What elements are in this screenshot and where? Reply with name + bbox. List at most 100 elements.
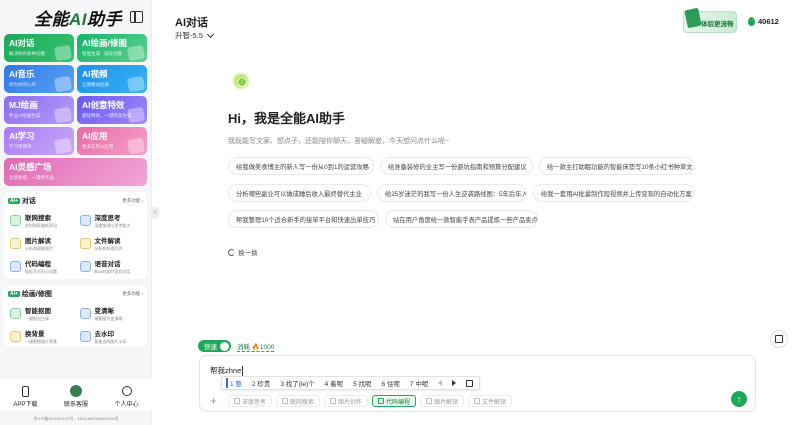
- composer-tools: + 深度思考 联网搜索 图片创作 代码编程 图片解读 文件解读: [210, 394, 513, 408]
- tool-file-read[interactable]: 文件解读: [468, 395, 513, 407]
- suggestion-chip[interactable]: 给我做美食博主的新人写一份从0到1的运营攻略: [228, 157, 374, 175]
- section-header: AI+ 绘画/修图 更多功能 ›: [8, 289, 143, 299]
- suggestion-chip[interactable]: 给准备装修的业主写一份避坑指南和预算分配建议: [380, 157, 533, 175]
- feature-enhance[interactable]: 变清晰 模糊图片变清晰: [78, 303, 144, 324]
- points-balance[interactable]: 40612: [748, 17, 779, 26]
- flame-icon: [748, 17, 755, 26]
- ime-expand-icon[interactable]: [466, 379, 474, 387]
- more-features-link[interactable]: 更多功能 ›: [122, 291, 143, 297]
- feature-image-read[interactable]: 图片解读 分析和理解图片: [8, 233, 74, 254]
- tile-ai-video[interactable]: AI视频 让图像动起来: [77, 65, 147, 93]
- new-chat-icon: [775, 335, 783, 343]
- fast-mode-label: 快速: [204, 344, 217, 351]
- section-title-text: 对话: [21, 198, 36, 205]
- ime-candidate[interactable]: 4 着呢: [325, 378, 343, 388]
- feature-file-read[interactable]: 文件解读 分析和处理文件: [78, 233, 144, 254]
- sidebar-toggle-icon[interactable]: [130, 11, 143, 23]
- ime-candidate[interactable]: 5 找呢: [353, 378, 371, 388]
- ime-candidate[interactable]: 3 找了(le)个: [280, 378, 314, 388]
- tile-ai-chat[interactable]: AI对话 解决你的各种问题: [4, 34, 74, 62]
- cost-value: 1000: [259, 343, 275, 351]
- nav-label: 个人中心: [114, 402, 139, 408]
- section-title-text: 绘画/修图: [21, 291, 52, 298]
- tool-image-read[interactable]: 图片解读: [420, 395, 465, 407]
- ai-plus-badge: AI+: [8, 291, 20, 297]
- suggestion-chip[interactable]: 给25岁迷茫的我写一份人生逆袭路线图：5年后年入百万: [377, 184, 527, 202]
- app-download-button[interactable]: APP下载: [13, 385, 37, 408]
- feature-name: 联网搜索: [25, 215, 51, 222]
- text-caret: [242, 365, 244, 376]
- feature-change-bg[interactable]: 换背景 一键更换图片背景: [8, 326, 74, 347]
- tile-inspiration-square[interactable]: AI灵感广场 灵感发现，一键好作品: [4, 158, 147, 186]
- feature-remove-watermark[interactable]: 去水印 智能去除图片水印: [78, 326, 144, 347]
- ime-next-page-icon[interactable]: [452, 380, 457, 386]
- ime-candidate[interactable]: 6 住呢: [382, 378, 400, 388]
- tile-ai-study[interactable]: AI学习 学习更简单: [4, 127, 74, 155]
- chat-input-text[interactable]: 帮我zhne: [210, 365, 244, 376]
- feature-name: 文件解读: [94, 238, 121, 245]
- tool-web-search[interactable]: 联网搜索: [276, 395, 321, 407]
- suggestion-chip[interactable]: 站在用户角度给一款智能手表产品提炼一些产品卖点: [385, 210, 538, 228]
- suggestion-chip[interactable]: 分析哪些副业可以做成睡后收入最终替代主业: [228, 184, 371, 202]
- contact-service-button[interactable]: 联系客服: [64, 385, 88, 408]
- tile-ai-music[interactable]: AI音乐 听为你的心声: [4, 65, 74, 93]
- feature-name: 去水印: [94, 331, 115, 338]
- tool-image-create[interactable]: 图片创作: [324, 395, 369, 407]
- logo[interactable]: 全能AI助手: [34, 5, 122, 30]
- refresh-suggestions-button[interactable]: 换一换: [228, 247, 258, 257]
- refresh-label: 换一换: [238, 250, 258, 257]
- more-features-link[interactable]: 更多功能 ›: [122, 198, 143, 204]
- user-center-button[interactable]: 个人中心: [115, 385, 139, 408]
- section-draw: AI+ 绘画/修图 更多功能 › 智能抠图 一键抠出主体 变清晰 模糊图片变清晰 换背…: [4, 285, 147, 347]
- model-selector[interactable]: 升智-5.5: [175, 30, 214, 41]
- flame-icon: 🔥: [251, 343, 260, 351]
- feature-desc: 实时搜索最新资讯: [25, 223, 57, 228]
- tile-mj-draw[interactable]: MJ绘画 专业AI绘画生成: [4, 96, 74, 124]
- phone-icon: [21, 385, 29, 397]
- ime-candidate[interactable]: 2 珍贵: [252, 378, 270, 388]
- user-icon: [121, 386, 132, 396]
- tool-coding[interactable]: 代码编程: [372, 395, 417, 407]
- feature-coding[interactable]: 代码编程 轻松写代码与问题: [8, 256, 74, 277]
- suggestion-chip[interactable]: 给我一套用AI批量制作短视频并上传变现的自动化方案: [533, 184, 694, 202]
- book-icon: [53, 137, 73, 155]
- feature-desc: 模糊图片变清晰: [94, 316, 123, 321]
- feature-desc: 和AI的实时语音对话: [94, 269, 131, 274]
- brush-icon: [53, 106, 73, 124]
- fast-mode-toggle[interactable]: 快速: [198, 340, 231, 352]
- arrow-up-icon: ↑: [736, 394, 742, 404]
- send-button[interactable]: ↑: [731, 391, 747, 407]
- feature-cutout[interactable]: 智能抠图 一键抠出主体: [8, 303, 74, 324]
- ime-candidate[interactable]: 7 中呢: [410, 378, 428, 388]
- tile-title: AI灵感广场: [9, 162, 52, 172]
- tile-ai-effects[interactable]: AI创意特效 超炫特效，一键完美生成: [77, 96, 147, 124]
- gift-icon: [684, 7, 702, 29]
- feature-desc: 分析和理解图片: [25, 246, 53, 251]
- feature-voice-chat[interactable]: 语音对话 和AI的实时语音对话: [78, 256, 144, 277]
- attach-plus-icon[interactable]: +: [210, 394, 222, 408]
- ime-candidate[interactable]: 1 整: [226, 378, 242, 388]
- suggestion-chip[interactable]: 帮我整理10个适合新手的接单平台和快速出单技巧: [228, 210, 379, 228]
- section-title: AI+ 绘画/修图: [8, 289, 52, 299]
- feature-web-search[interactable]: 联网搜索 实时搜索最新资讯: [8, 210, 74, 231]
- icp-footer[interactable]: 京ICP备XXXXXXXX号 · 11011502002500015号: [0, 416, 152, 422]
- apps-icon: [126, 137, 146, 155]
- ime-prev-page-icon[interactable]: [438, 380, 443, 386]
- tile-ai-draw[interactable]: AI绘画/修图 智能生成 · 减去创意: [77, 34, 147, 62]
- assistant-avatar: [232, 72, 250, 90]
- brain-icon: [79, 215, 91, 226]
- greeting-title: Hi，我是全能AI助手: [228, 111, 346, 126]
- agent-avatar-icon: [69, 385, 82, 397]
- new-chat-button[interactable]: [770, 330, 788, 348]
- tile-ai-apps[interactable]: AI应用 更多实用AI应用: [77, 127, 147, 155]
- chat-input-box[interactable]: 帮我zhne 1 整 2 珍贵 3 找了(le)个 4 着呢 5 找呢 6 住呢…: [199, 355, 756, 412]
- tool-deep-think[interactable]: 深度思考: [228, 395, 273, 407]
- feature-desc: 分析和处理文件: [94, 246, 123, 251]
- suggestion-chip[interactable]: 给一款主打助眠功能的智能床垫写10条小红书种草文案: [539, 157, 694, 175]
- tool-label: 联网搜索: [290, 399, 315, 406]
- feature-deep-think[interactable]: 深度思考 深度推理与思考能力: [78, 210, 144, 231]
- page-title: AI对话: [175, 17, 208, 29]
- nav-label: 联系客服: [63, 402, 88, 408]
- promo-banner[interactable]: 体验更流畅: [683, 7, 737, 33]
- refresh-icon: [228, 248, 235, 256]
